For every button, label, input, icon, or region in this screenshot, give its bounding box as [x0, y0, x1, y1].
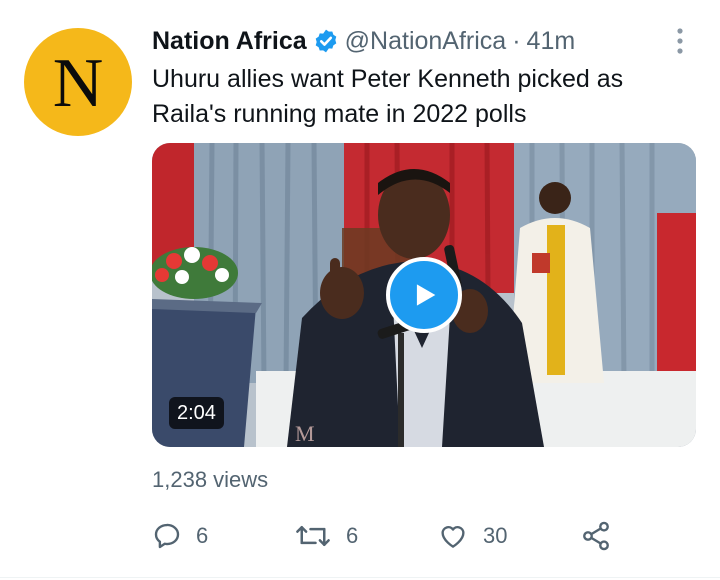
share-icon: [583, 521, 609, 551]
avatar-letter: N: [52, 45, 104, 122]
action-bar: 6 6 30: [152, 516, 692, 556]
share-button[interactable]: [580, 516, 612, 556]
separator-dot: ·: [512, 26, 521, 55]
video-player[interactable]: M 2:04: [152, 143, 696, 447]
divider: [0, 577, 720, 578]
play-button[interactable]: [386, 257, 462, 333]
reply-count: 6: [196, 523, 209, 548]
handle[interactable]: @NationAfrica: [345, 27, 507, 56]
verified-badge-icon: [315, 29, 336, 53]
tweet-card[interactable]: N Nation Africa @NationAfrica · 41m Uhur…: [0, 0, 720, 580]
reply-button[interactable]: 6: [152, 516, 208, 556]
play-icon: [416, 284, 436, 306]
tweet-text: Uhuru allies want Peter Kenneth picked a…: [152, 65, 624, 128]
like-button[interactable]: 30: [437, 516, 507, 556]
tweet-header: Nation Africa @NationAfrica · 41m: [152, 24, 575, 58]
like-count: 30: [483, 523, 508, 548]
video-duration: 2:04: [169, 397, 224, 429]
avatar[interactable]: N: [24, 28, 132, 136]
retweet-button[interactable]: 6: [294, 516, 358, 556]
display-name[interactable]: Nation Africa: [152, 27, 307, 56]
timestamp[interactable]: 41m: [527, 27, 576, 56]
retweet-count: 6: [346, 523, 359, 548]
retweet-icon: [296, 526, 330, 546]
reply-icon: [154, 523, 180, 549]
more-options-icon[interactable]: [668, 26, 692, 56]
heart-icon: [441, 525, 465, 548]
view-count: 1,238 views: [152, 467, 269, 492]
svg-text:M: M: [295, 421, 315, 446]
